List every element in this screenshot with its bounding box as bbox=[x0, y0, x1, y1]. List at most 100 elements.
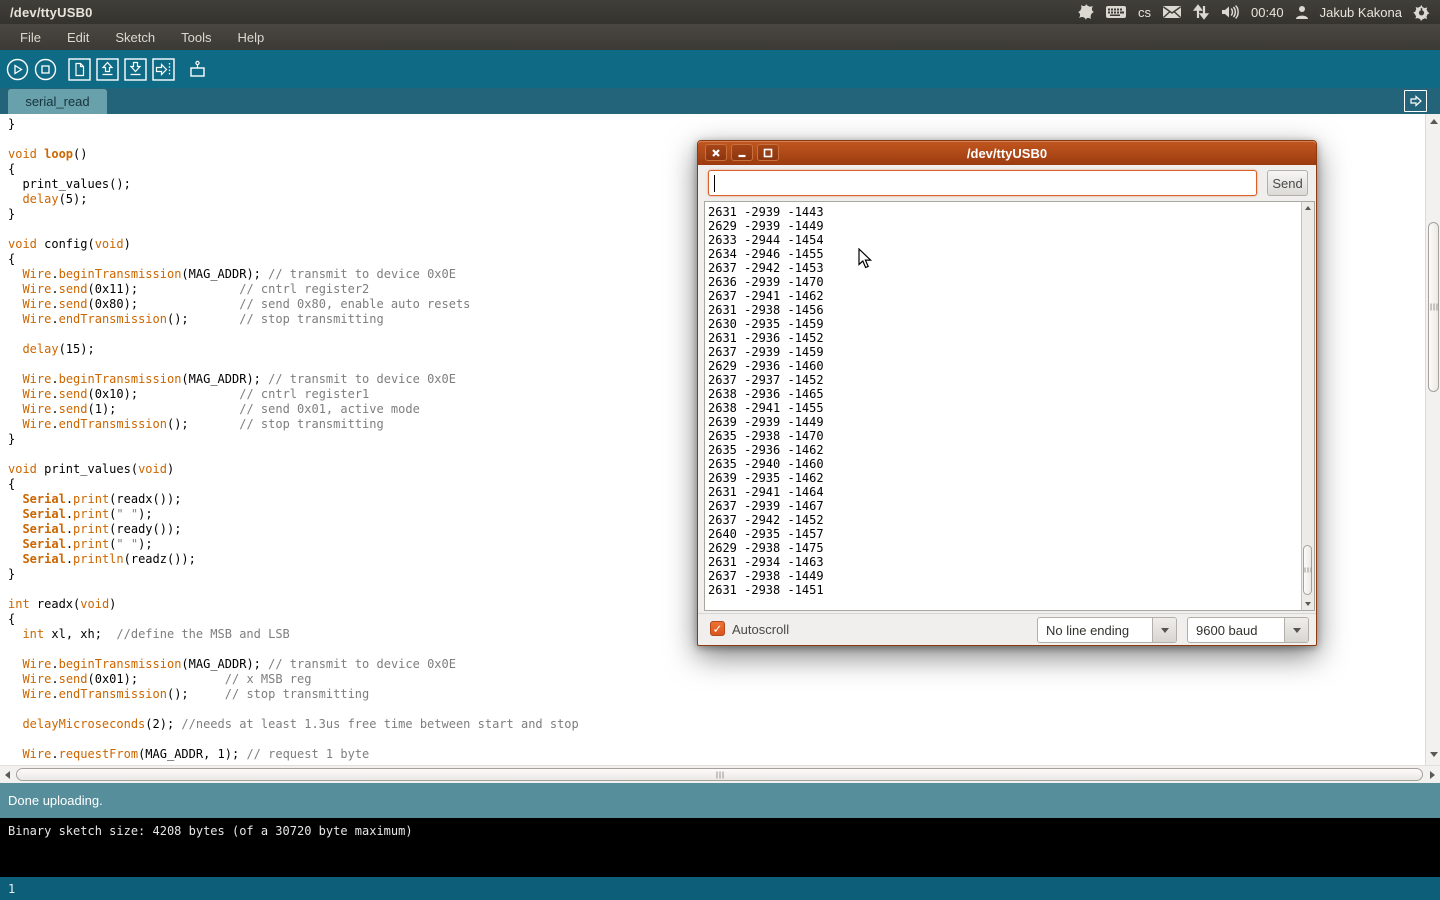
menu-item-file[interactable]: File bbox=[8, 26, 53, 49]
close-button[interactable] bbox=[705, 144, 727, 161]
minimize-button[interactable] bbox=[731, 144, 753, 161]
vertical-scroll-thumb[interactable] bbox=[1428, 222, 1439, 392]
scroll-right-arrow[interactable] bbox=[1430, 771, 1435, 779]
autoscroll-label: Autoscroll bbox=[732, 622, 789, 637]
serial-monitor-title: /dev/ttyUSB0 bbox=[698, 146, 1316, 161]
serial-data-row: 2637 -2941 -1462 bbox=[708, 289, 1301, 303]
upload-button[interactable] bbox=[152, 58, 175, 81]
keyboard-layout-icon[interactable] bbox=[1105, 5, 1127, 19]
system-tray: cs 00:40 Jakub Kakona bbox=[1078, 4, 1440, 21]
serial-data-row: 2629 -2939 -1449 bbox=[708, 219, 1301, 233]
code-line bbox=[8, 702, 1425, 717]
scroll-up-arrow[interactable] bbox=[1305, 206, 1311, 210]
serial-data-row: 2630 -2935 -1459 bbox=[708, 317, 1301, 331]
serial-data-row: 2634 -2946 -1455 bbox=[708, 247, 1301, 261]
serial-data-row: 2629 -2938 -1475 bbox=[708, 541, 1301, 555]
mail-icon[interactable] bbox=[1162, 5, 1182, 19]
clock[interactable]: 00:40 bbox=[1251, 5, 1284, 20]
baud-rate-value: 9600 baud bbox=[1188, 618, 1284, 642]
dropdown-arrow-button[interactable] bbox=[1152, 618, 1176, 642]
line-ending-value: No line ending bbox=[1038, 618, 1152, 642]
dropdown-arrow-button[interactable] bbox=[1284, 618, 1308, 642]
serial-monitor-titlebar[interactable]: /dev/ttyUSB0 bbox=[698, 141, 1316, 165]
serial-data-row: 2636 -2939 -1470 bbox=[708, 275, 1301, 289]
serial-data-row: 2631 -2934 -1463 bbox=[708, 555, 1301, 569]
tab-menu-button[interactable] bbox=[1404, 90, 1427, 112]
toolbar bbox=[0, 50, 1440, 88]
scroll-down-arrow[interactable] bbox=[1305, 602, 1311, 606]
serial-monitor-bottombar: ✓ Autoscroll No line ending 9600 baud bbox=[698, 613, 1316, 646]
serial-data-row: 2631 -2939 -1443 bbox=[708, 205, 1301, 219]
serial-data-row: 2635 -2938 -1470 bbox=[708, 429, 1301, 443]
console-output: Binary sketch size: 4208 bytes (of a 307… bbox=[0, 818, 1440, 877]
scroll-left-arrow[interactable] bbox=[5, 771, 10, 779]
serial-monitor-button[interactable] bbox=[186, 58, 209, 81]
serial-data-row: 2629 -2936 -1460 bbox=[708, 359, 1301, 373]
stop-button[interactable] bbox=[34, 58, 57, 81]
serial-vertical-scrollbar[interactable] bbox=[1301, 201, 1315, 611]
save-button[interactable] bbox=[124, 58, 147, 81]
user-name[interactable]: Jakub Kakona bbox=[1320, 5, 1402, 20]
serial-data-row: 2631 -2938 -1451 bbox=[708, 583, 1301, 597]
chevron-down-icon bbox=[1161, 628, 1169, 633]
code-line: Wire.beginTransmission(MAG_ADDR); // tra… bbox=[8, 657, 1425, 672]
thumb-grip bbox=[1430, 304, 1437, 311]
code-line: Wire.endTransmission(); // stop transmit… bbox=[8, 687, 1425, 702]
indicator-pinwheel-icon[interactable] bbox=[1078, 4, 1094, 20]
serial-send-input[interactable] bbox=[708, 170, 1257, 196]
code-line: Wire.send(0x01); // x MSB reg bbox=[8, 672, 1425, 687]
menu-item-help[interactable]: Help bbox=[225, 26, 276, 49]
window-title: /dev/ttyUSB0 bbox=[0, 5, 93, 20]
thumb-grip bbox=[1304, 568, 1311, 573]
serial-data-row: 2638 -2936 -1465 bbox=[708, 387, 1301, 401]
serial-data-row: 2631 -2938 -1456 bbox=[708, 303, 1301, 317]
scroll-up-arrow[interactable] bbox=[1430, 119, 1438, 124]
menu-item-sketch[interactable]: Sketch bbox=[103, 26, 167, 49]
line-ending-select[interactable]: No line ending bbox=[1037, 617, 1177, 643]
line-number: 1 bbox=[8, 882, 15, 896]
code-line: } bbox=[8, 117, 1425, 132]
menu-bar: FileEditSketchToolsHelp bbox=[0, 24, 1440, 50]
code-line: delayMicroseconds(2); //needs at least 1… bbox=[8, 717, 1425, 732]
send-button[interactable]: Send bbox=[1267, 170, 1308, 196]
editor-vertical-scrollbar[interactable] bbox=[1425, 114, 1440, 765]
serial-data-row: 2635 -2936 -1462 bbox=[708, 443, 1301, 457]
verify-button[interactable] bbox=[6, 58, 29, 81]
autoscroll-checkbox[interactable]: ✓ bbox=[710, 621, 725, 636]
vertical-scroll-thumb[interactable] bbox=[1303, 545, 1312, 595]
serial-data-row: 2638 -2941 -1455 bbox=[708, 401, 1301, 415]
console-text: Binary sketch size: 4208 bytes (of a 307… bbox=[8, 824, 413, 838]
serial-data-row: 2637 -2942 -1453 bbox=[708, 261, 1301, 275]
horizontal-scroll-thumb[interactable] bbox=[16, 768, 1423, 781]
network-sync-icon[interactable] bbox=[1193, 4, 1209, 20]
serial-data-row: 2633 -2944 -1454 bbox=[708, 233, 1301, 247]
serial-monitor-window: /dev/ttyUSB0 Send 2631 -2939 -14432629 -… bbox=[697, 140, 1317, 646]
serial-data-row: 2631 -2941 -1464 bbox=[708, 485, 1301, 499]
serial-data-row: 2635 -2940 -1460 bbox=[708, 457, 1301, 471]
editor-horizontal-scrollbar[interactable] bbox=[0, 765, 1440, 783]
tab-serial-read[interactable]: serial_read bbox=[8, 89, 107, 114]
session-gear-icon[interactable] bbox=[1413, 4, 1430, 21]
baud-rate-select[interactable]: 9600 baud bbox=[1187, 617, 1309, 643]
scroll-down-arrow[interactable] bbox=[1430, 752, 1438, 757]
menu-item-edit[interactable]: Edit bbox=[55, 26, 101, 49]
code-line bbox=[8, 732, 1425, 747]
open-button[interactable] bbox=[96, 58, 119, 81]
user-icon bbox=[1295, 5, 1309, 20]
keyboard-layout-label[interactable]: cs bbox=[1138, 5, 1151, 20]
status-bar: Done uploading. bbox=[0, 783, 1440, 818]
volume-icon[interactable] bbox=[1220, 4, 1240, 20]
chevron-down-icon bbox=[1293, 628, 1301, 633]
serial-data-row: 2637 -2938 -1449 bbox=[708, 569, 1301, 583]
menu-item-tools[interactable]: Tools bbox=[169, 26, 223, 49]
serial-output-area[interactable]: 2631 -2939 -14432629 -2939 -14492633 -29… bbox=[704, 201, 1301, 611]
code-line: Wire.requestFrom(MAG_ADDR, 1); // reques… bbox=[8, 747, 1425, 762]
serial-data-row: 2637 -2942 -1452 bbox=[708, 513, 1301, 527]
new-button[interactable] bbox=[68, 58, 91, 81]
maximize-button[interactable] bbox=[757, 144, 779, 161]
serial-data-row: 2637 -2939 -1459 bbox=[708, 345, 1301, 359]
serial-data-row: 2639 -2935 -1462 bbox=[708, 471, 1301, 485]
window-buttons bbox=[705, 144, 779, 161]
tab-bar: serial_read bbox=[0, 88, 1440, 114]
text-caret bbox=[714, 175, 715, 192]
